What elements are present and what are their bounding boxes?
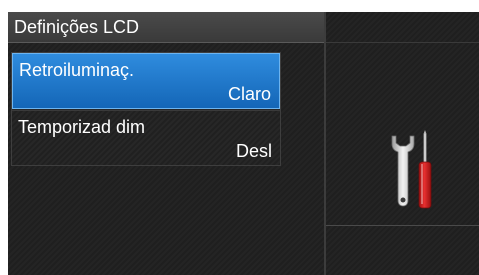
- menu-item-value: Desl: [235, 141, 272, 161]
- lcd-screen: Definições LCD Retroiluminaç. Claro Temp…: [8, 12, 479, 275]
- wrench-screwdriver-icon: [391, 130, 432, 209]
- settings-menu: Retroiluminaç. Claro Temporizad dim Desl: [11, 52, 281, 166]
- menu-item-label: Temporizad dim: [18, 117, 146, 137]
- right-panel-top-line: [326, 42, 479, 43]
- page-title: Definições LCD: [14, 17, 140, 37]
- menu-item-dim-timer[interactable]: Temporizad dim Desl: [12, 110, 280, 165]
- menu-item-label: Retroiluminaç.: [19, 60, 135, 80]
- panel-divider: [324, 12, 326, 275]
- menu-item-value: Claro: [227, 84, 271, 104]
- right-panel-bottom-line: [326, 225, 479, 226]
- title-bar: Definições LCD: [8, 12, 324, 43]
- menu-item-backlight[interactable]: Retroiluminaç. Claro: [12, 53, 280, 109]
